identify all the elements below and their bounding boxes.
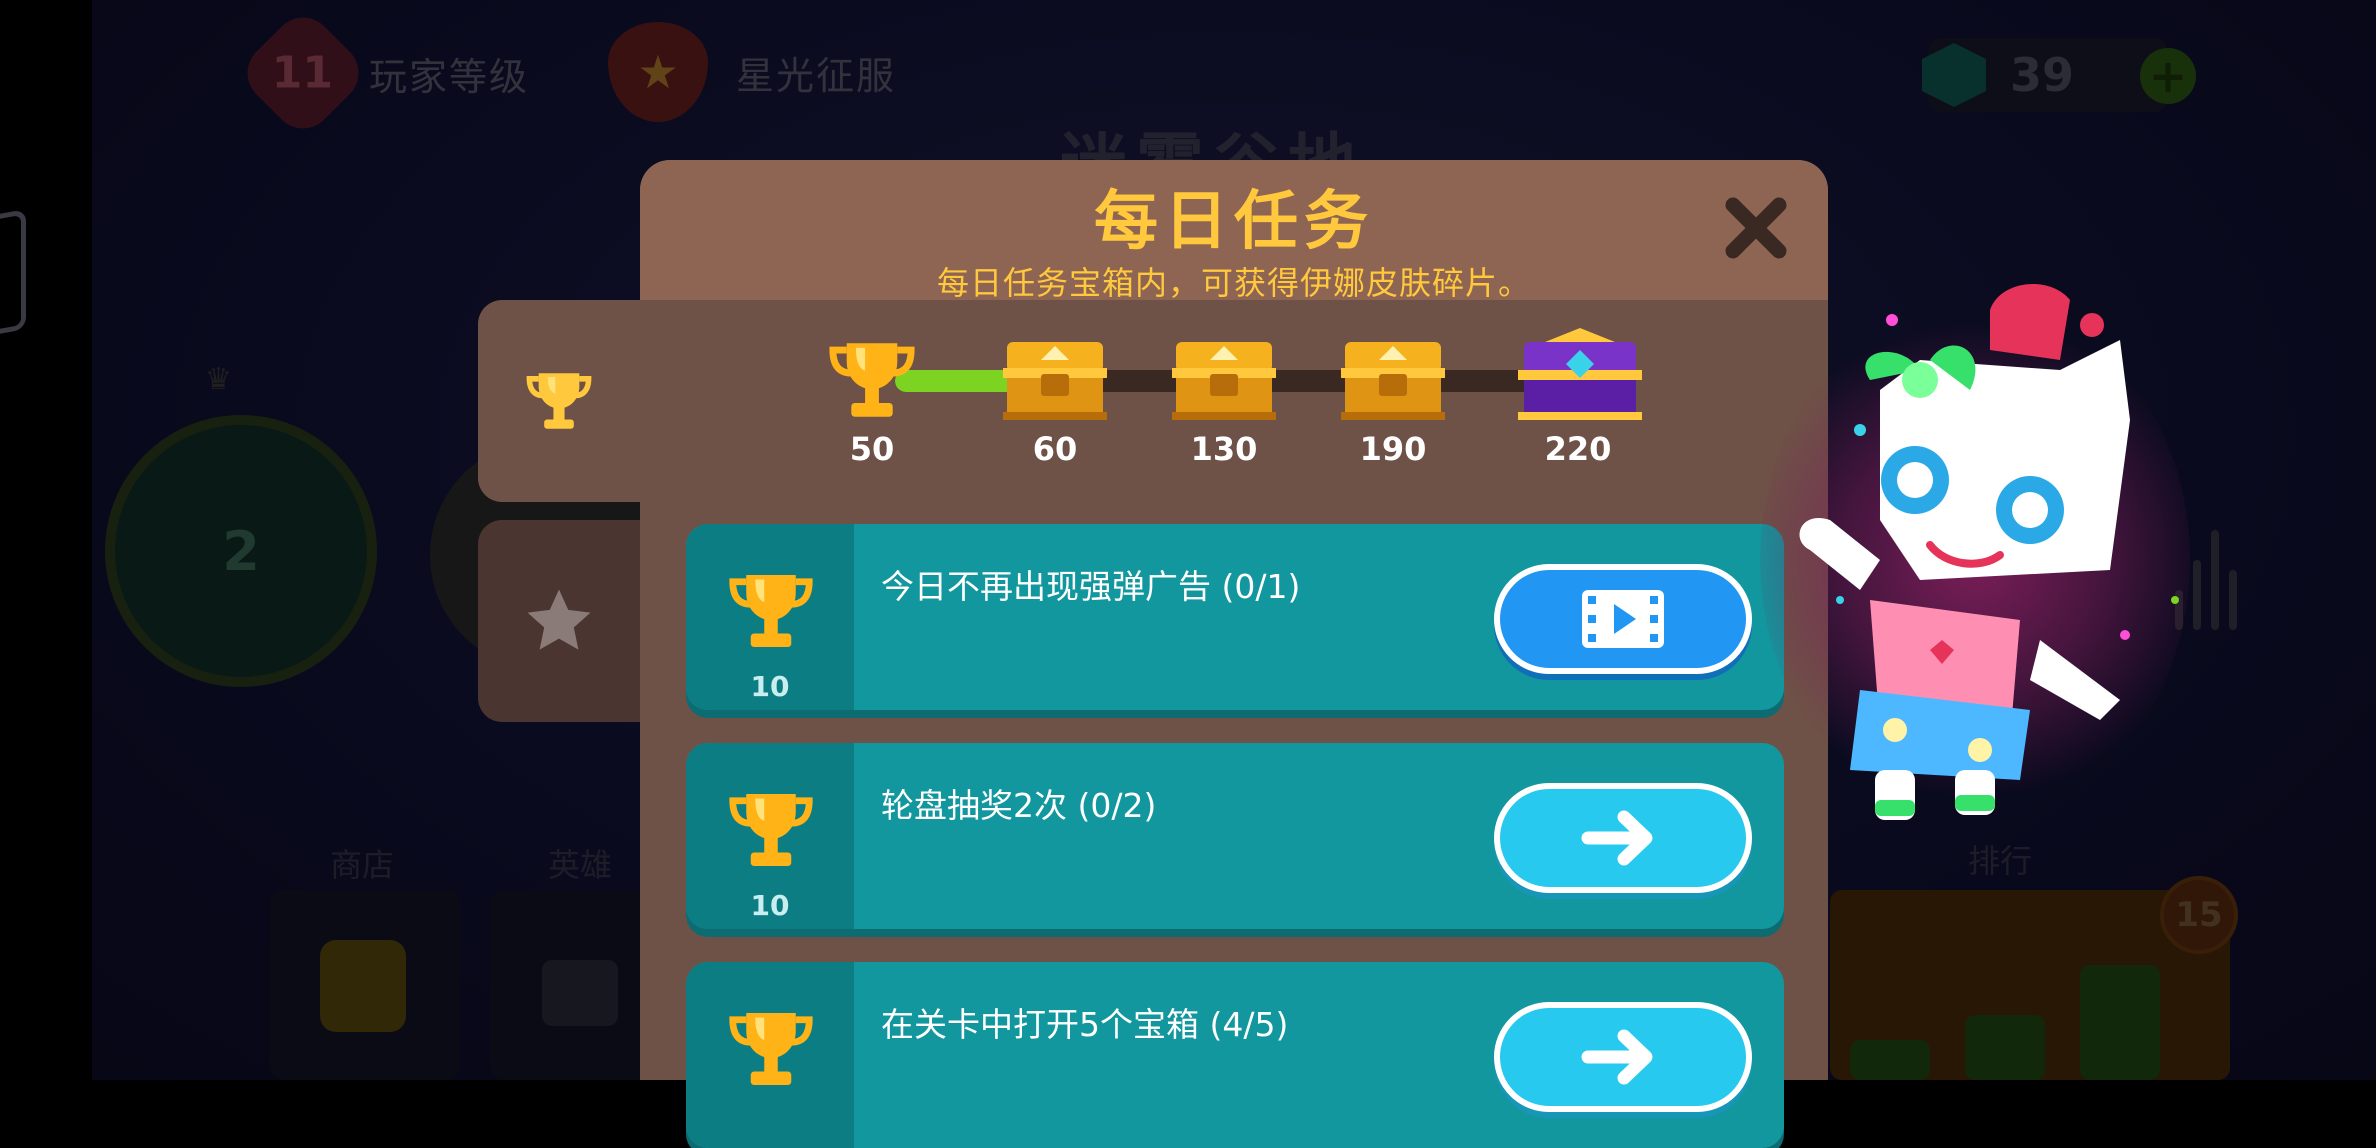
- task-row: 10 今日不再出现强弹广告 (0/1): [686, 524, 1784, 710]
- purple-chest-icon: [1518, 328, 1642, 420]
- trophy-icon: [829, 343, 915, 417]
- milestone-label: 130: [1190, 430, 1258, 468]
- cat-mascot-illustration: [1799, 283, 2179, 820]
- milestone-chest-220[interactable]: [1516, 326, 1644, 428]
- close-button[interactable]: [1718, 190, 1794, 266]
- task-reward-panel: [686, 962, 854, 1148]
- task-reward-amount: 10: [750, 889, 790, 922]
- video-icon: [1582, 590, 1664, 648]
- gold-chest-icon: [1341, 342, 1445, 420]
- milestone-chest-190[interactable]: [1341, 332, 1445, 426]
- milestone-label: 60: [1032, 430, 1078, 468]
- trophy-icon: [729, 794, 813, 866]
- task-reward-panel: 10: [686, 743, 854, 929]
- gold-chest-icon: [1003, 342, 1107, 420]
- task-description: 今日不再出现强弹广告 (0/1): [881, 567, 1301, 606]
- go-button[interactable]: [1494, 783, 1752, 893]
- task-reward-amount: 10: [750, 670, 790, 703]
- watch-video-button[interactable]: [1494, 564, 1752, 674]
- go-button[interactable]: [1494, 1002, 1752, 1112]
- hexagon-icon: [0, 209, 26, 341]
- trophy-icon: [526, 373, 592, 429]
- task-reward-panel: 10: [686, 524, 854, 710]
- gold-chest-icon: [1172, 342, 1276, 420]
- milestone-chest-60[interactable]: [1003, 332, 1107, 426]
- dialog-title: 每日任务: [1094, 185, 1374, 259]
- arrow-right-icon: [1581, 810, 1653, 866]
- milestone-label: 190: [1359, 430, 1427, 468]
- close-icon: [1725, 197, 1787, 259]
- dialog-subtitle: 每日任务宝箱内，可获得伊娜皮肤碎片。: [936, 264, 1531, 302]
- task-description: 轮盘抽奖2次 (0/2): [881, 786, 1157, 825]
- trophy-icon: [729, 1013, 813, 1085]
- dialog-header: 每日任务 每日任务宝箱内，可获得伊娜皮肤碎片。: [640, 160, 1828, 302]
- milestone-chest-130[interactable]: [1172, 332, 1276, 426]
- progress-trophy: [826, 334, 918, 430]
- task-row: 10 轮盘抽奖2次 (0/2): [686, 743, 1784, 929]
- progress-current-label: 50: [849, 430, 895, 468]
- task-row: 在关卡中打开5个宝箱 (4/5): [686, 962, 1784, 1148]
- star-icon: [527, 589, 591, 650]
- trophy-icon: [729, 575, 813, 647]
- arrow-right-icon: [1581, 1029, 1653, 1085]
- task-description: 在关卡中打开5个宝箱 (4/5): [881, 1005, 1289, 1044]
- left-edge: [0, 0, 92, 1080]
- milestone-label: 220: [1544, 430, 1612, 468]
